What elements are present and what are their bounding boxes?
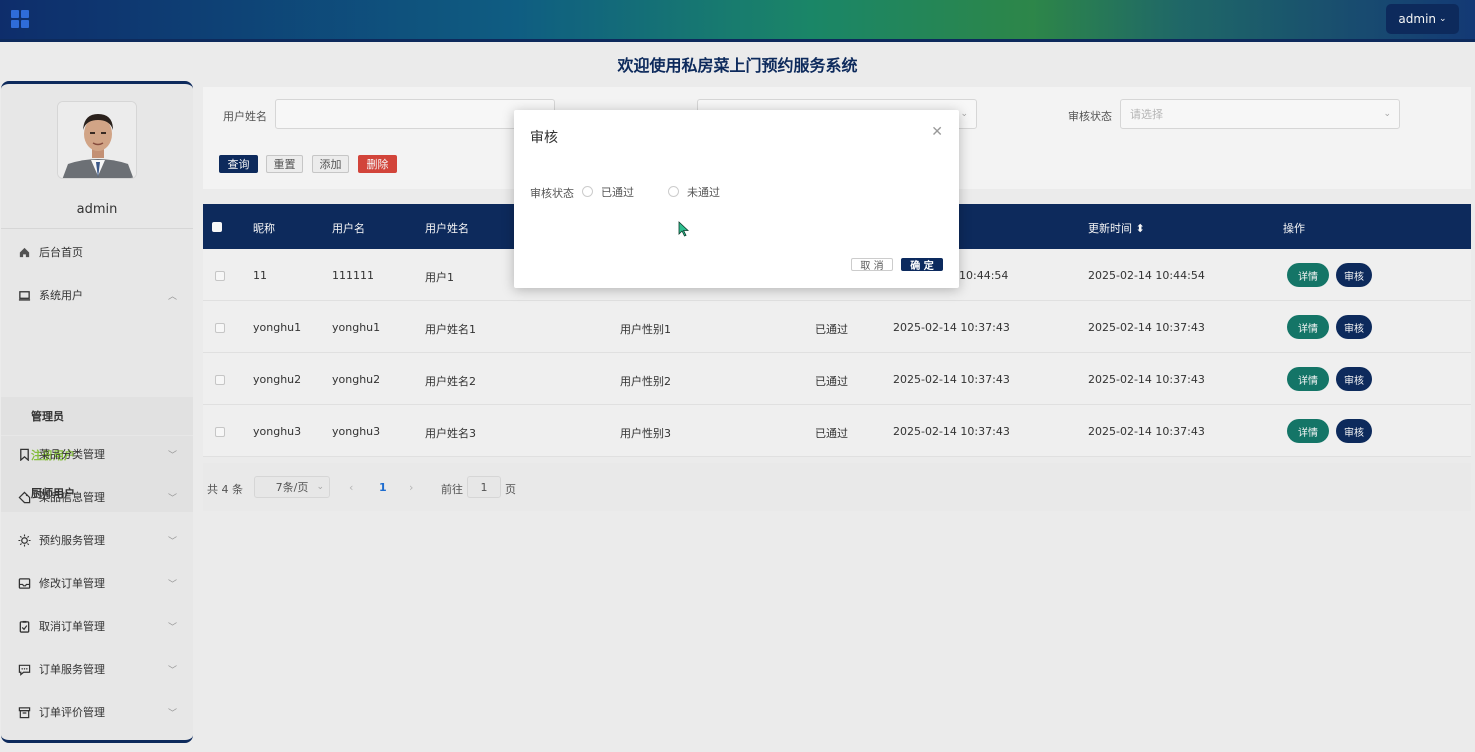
dialog-title: 审核	[530, 130, 558, 146]
radio-approved[interactable]	[582, 186, 593, 197]
close-icon[interactable]: ✕	[931, 124, 943, 140]
audit-dialog: 审核 ✕ 审核状态 已通过 未通过 取 消 确 定	[514, 110, 959, 288]
radio-rejected[interactable]	[668, 186, 679, 197]
audit-status-label: 审核状态	[530, 187, 574, 200]
radio-approved-label[interactable]: 已通过	[601, 184, 634, 200]
cancel-button[interactable]: 取 消	[851, 258, 893, 272]
confirm-button[interactable]: 确 定	[901, 258, 943, 272]
mouse-cursor-icon	[678, 221, 690, 237]
radio-rejected-label[interactable]: 未通过	[687, 184, 720, 200]
